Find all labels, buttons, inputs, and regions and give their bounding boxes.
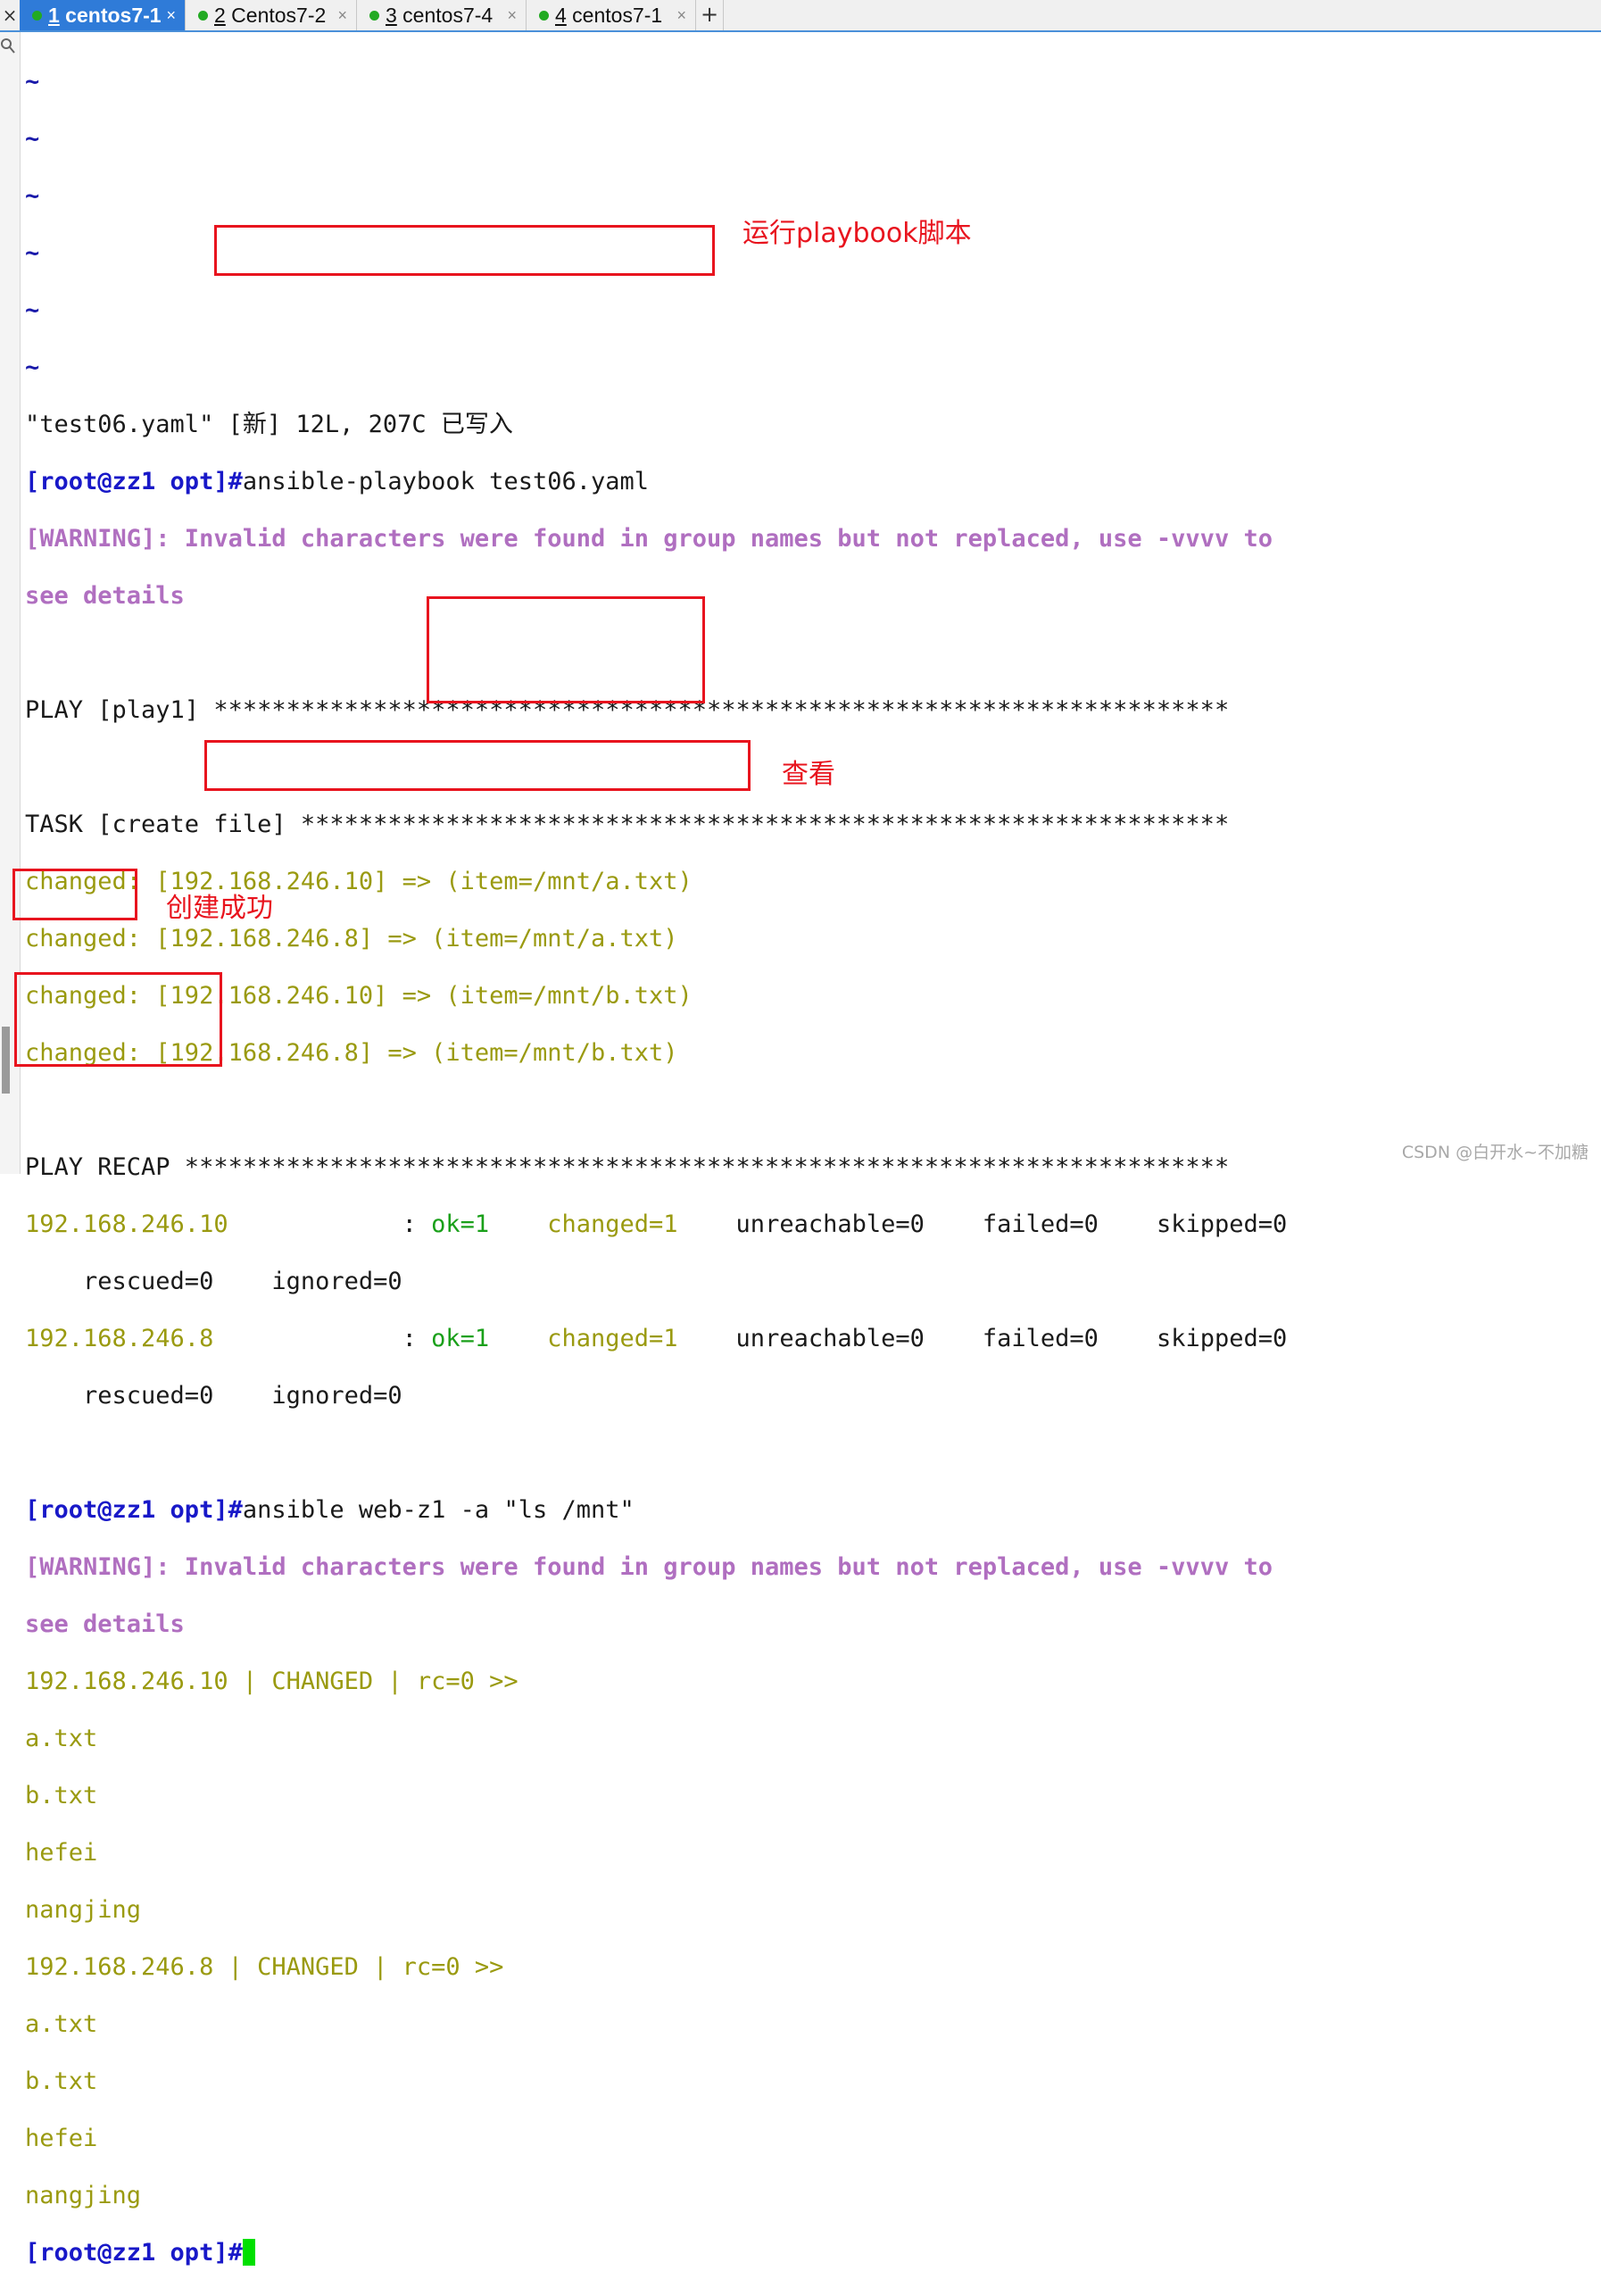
command-line: [root@zz1 opt]#ansible-playbook test06.y…	[25, 468, 1287, 496]
file-entry: a.txt	[25, 1725, 98, 1752]
terminal-cursor	[242, 2239, 255, 2266]
recap-row: 192.168.246.10 : ok=1 changed=1 unreacha…	[25, 1210, 1288, 1238]
changed-line: changed: [192.168.246.8] => (item=/mnt/a…	[25, 925, 678, 953]
connection-status-icon	[32, 11, 42, 21]
task-header: TASK [create file] *********************…	[25, 811, 1230, 838]
empty-line-tilde: ~	[25, 125, 40, 153]
empty-line-tilde: ~	[25, 68, 40, 96]
highlight-box-created-files	[12, 869, 137, 920]
watermark: CSDN @白开水~不加糖	[1401, 1143, 1589, 1162]
file-entry: b.txt	[25, 1782, 98, 1809]
shell-prompt: [root@zz1 opt]#	[25, 1496, 243, 1524]
file-entry: hefei	[25, 1839, 98, 1867]
tab-label: centos7-1	[566, 4, 663, 27]
recap-rest: unreachable=0 failed=0 skipped=0	[677, 1325, 1288, 1352]
recap-row-continued: rescued=0 ignored=0	[25, 1268, 402, 1295]
tab-label: centos7-1	[59, 4, 162, 27]
tab-close-icon[interactable]: ×	[166, 0, 176, 30]
recap-ok: ok=1	[431, 1325, 490, 1352]
shell-prompt: [root@zz1 opt]#	[25, 468, 243, 495]
vim-status-line: "test06.yaml" [新] 12L, 207C 已写入	[25, 411, 513, 438]
tab-centos7-1[interactable]: 1 centos7-1 ×	[20, 0, 186, 30]
annotation-view: 查看	[782, 759, 835, 790]
tab-close-icon[interactable]: ×	[676, 0, 686, 30]
tab-centos7-1-second[interactable]: 4 centos7-1 ×	[527, 0, 696, 30]
host-result-header: 192.168.246.8 | CHANGED | rc=0 >>	[25, 1953, 504, 1981]
recap-host: 192.168.246.10	[25, 1210, 402, 1238]
tab-close-icon[interactable]: ×	[507, 0, 517, 30]
empty-line-tilde: ~	[25, 296, 40, 324]
recap-row-continued: rescued=0 ignored=0	[25, 1382, 402, 1410]
tab-centos7-2[interactable]: 2 Centos7-2 ×	[186, 0, 357, 30]
file-entry: a.txt	[25, 2010, 98, 2038]
highlight-box-host8-files	[14, 972, 222, 1067]
connection-status-icon	[198, 11, 208, 21]
command-line: [root@zz1 opt]#	[25, 2239, 1287, 2267]
connection-status-icon	[539, 11, 549, 21]
recap-host: 192.168.246.8	[25, 1325, 402, 1352]
new-tab-button[interactable]: +	[696, 0, 724, 30]
file-entry: b.txt	[25, 2067, 98, 2095]
recap-row: 192.168.246.8 : ok=1 changed=1 unreachab…	[25, 1325, 1288, 1352]
empty-line-tilde: ~	[25, 354, 40, 381]
tab-centos7-4[interactable]: 3 centos7-4 ×	[357, 0, 527, 30]
scrollbar-thumb[interactable]	[2, 1027, 10, 1094]
highlight-box-playbook-command	[214, 225, 715, 276]
file-entry: hefei	[25, 2125, 98, 2152]
host-result-header: 192.168.246.10 | CHANGED | rc=0 >>	[25, 1668, 518, 1695]
file-entry: nangjing	[25, 1896, 142, 1924]
warning-line: [WARNING]: Invalid characters were found…	[25, 1553, 1273, 1581]
highlight-box-recap-results	[427, 596, 705, 703]
highlight-box-ls-command	[204, 740, 751, 791]
tab-label: Centos7-2	[225, 4, 327, 27]
annotation-created: 创建成功	[166, 893, 273, 924]
close-icon[interactable]: ×	[0, 0, 20, 30]
command-text: ansible web-z1 -a "ls /mnt"	[242, 1496, 635, 1524]
warning-line: [WARNING]: Invalid characters were found…	[25, 525, 1273, 553]
tab-number: 4	[555, 4, 567, 27]
annotation-run-playbook: 运行playbook脚本	[742, 218, 972, 249]
file-entry: nangjing	[25, 2182, 142, 2209]
tab-close-icon[interactable]: ×	[337, 0, 347, 30]
session-tab-bar: × 1 centos7-1 × 2 Centos7-2 × 3 centos7-…	[0, 0, 1601, 32]
command-text: ansible-playbook test06.yaml	[242, 468, 649, 495]
recap-changed: changed=1	[547, 1325, 678, 1352]
tab-number: 2	[214, 4, 226, 27]
shell-prompt: [root@zz1 opt]#	[25, 2239, 243, 2267]
command-line: [root@zz1 opt]#ansible web-z1 -a "ls /mn…	[25, 1496, 1287, 1525]
recap-changed: changed=1	[547, 1210, 678, 1238]
warning-line: see details	[25, 1610, 185, 1638]
terminal-output[interactable]: ~ ~ ~ ~ ~ ~ "test06.yaml" [新] 12L, 207C …	[25, 39, 1287, 2296]
recap-rest: unreachable=0 failed=0 skipped=0	[677, 1210, 1288, 1238]
connection-status-icon	[369, 11, 379, 21]
search-icon[interactable]	[0, 37, 16, 55]
recap-ok: ok=1	[431, 1210, 490, 1238]
empty-line-tilde: ~	[25, 182, 40, 210]
tab-number: 1	[48, 4, 60, 27]
recap-header: PLAY RECAP *****************************…	[25, 1153, 1230, 1181]
tab-label: centos7-4	[396, 4, 494, 27]
tab-number: 3	[386, 4, 397, 27]
